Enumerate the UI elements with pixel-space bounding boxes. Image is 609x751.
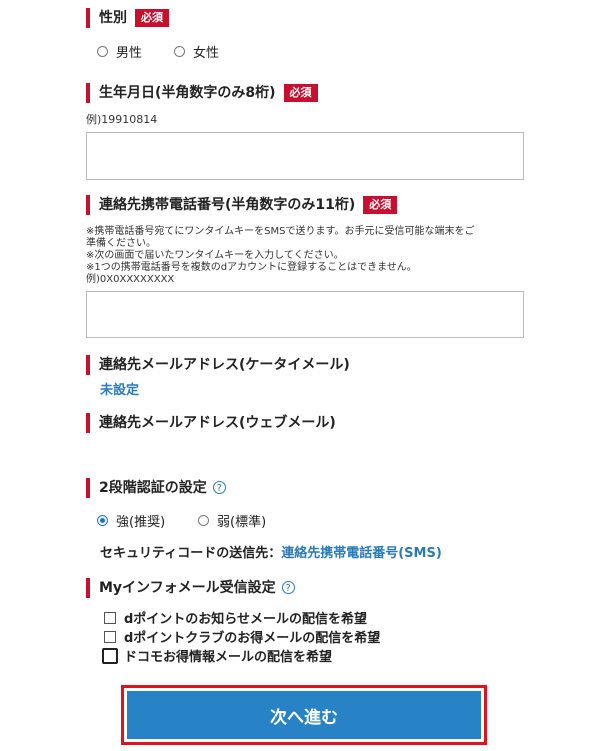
phone-note-3: ※次の画面で届いたワンタイムキーを入力してください。 xyxy=(86,250,344,261)
phone-note-4: ※1つの携帯電話番号を複数のdアカウントに登録することはできません。 xyxy=(86,262,417,273)
two-step-section-title: 2段階認証の設定? xyxy=(86,478,226,498)
destination-value: 連絡先携帯電話番号(SMS) xyxy=(281,546,442,561)
next-button-highlight: 次へ進む xyxy=(121,685,487,745)
birthdate-section-title: 生年月日(半角数字のみ8桁) 必須 xyxy=(86,83,318,103)
gender-section-title: 性別 必須 xyxy=(86,8,169,28)
checkbox-dpoint-notice[interactable]: dポイントのお知らせメールの配信を希望 xyxy=(104,608,367,627)
phone-example: 例)0X0XXXXXXXX xyxy=(86,274,175,285)
mobile-mail-section-title: 連絡先メールアドレス(ケータイメール) xyxy=(86,355,350,375)
radio-icon xyxy=(97,46,108,57)
checkbox-dpoint-club[interactable]: dポイントクラブのお得メールの配信を希望 xyxy=(104,627,380,646)
help-icon[interactable]: ? xyxy=(281,581,295,594)
info-mail-section-title: Myインフォメール受信設定? xyxy=(86,578,295,598)
birthdate-input[interactable] xyxy=(86,132,524,180)
gender-option-label: 女性 xyxy=(193,46,220,61)
mobile-mail-value: 未設定 xyxy=(100,383,140,398)
web-mail-label: 連絡先メールアドレス(ウェブメール) xyxy=(99,415,336,431)
security-code-destination: セキュリティコードの送信先：連絡先携帯電話番号(SMS) xyxy=(100,542,442,561)
radio-selected-icon xyxy=(97,515,108,526)
checkbox-docomo-info[interactable]: ドコモお得情報メールの配信を希望 xyxy=(102,646,333,665)
two-step-radio-weak[interactable]: 弱(標準) xyxy=(198,511,266,530)
checkbox-icon xyxy=(102,647,118,664)
checkbox-label: dポイントクラブのお得メールの配信を希望 xyxy=(124,631,381,646)
help-icon[interactable]: ? xyxy=(212,481,226,494)
checkbox-label: dポイントのお知らせメールの配信を希望 xyxy=(124,612,368,627)
web-mail-section-title: 連絡先メールアドレス(ウェブメール) xyxy=(86,413,336,433)
birthdate-label: 生年月日(半角数字のみ8桁) xyxy=(99,85,276,101)
two-step-option-label: 強(推奨) xyxy=(116,515,166,530)
phone-label: 連絡先携帯電話番号(半角数字のみ11桁) xyxy=(99,197,356,213)
gender-option-label: 男性 xyxy=(116,46,143,61)
destination-label: セキュリティコードの送信先： xyxy=(100,546,282,561)
checkbox-icon xyxy=(104,611,116,624)
required-badge: 必須 xyxy=(363,196,398,214)
checkbox-label: ドコモお得情報メールの配信を希望 xyxy=(124,650,333,665)
birthdate-example: 例)19910814 xyxy=(86,113,158,126)
required-badge: 必須 xyxy=(283,84,318,102)
radio-icon xyxy=(174,46,185,57)
info-mail-label: Myインフォメール受信設定 xyxy=(99,580,276,596)
phone-input[interactable] xyxy=(86,291,524,338)
two-step-radio-strong[interactable]: 強(推奨) xyxy=(97,511,165,530)
next-button[interactable]: 次へ進む xyxy=(127,691,481,739)
required-badge: 必須 xyxy=(135,9,169,27)
gender-radio-female[interactable]: 女性 xyxy=(174,42,219,61)
phone-note-1: ※携帯電話番号宛てにワンタイムキーをSMSで送ります。お手元に受信可能な端末をご xyxy=(86,226,475,237)
phone-section-title: 連絡先携帯電話番号(半角数字のみ11桁) 必須 xyxy=(86,195,398,215)
gender-radio-male[interactable]: 男性 xyxy=(97,42,142,61)
checkbox-icon xyxy=(104,630,116,643)
phone-note-2: 準備ください。 xyxy=(86,238,156,249)
two-step-label: 2段階認証の設定 xyxy=(99,480,207,496)
two-step-option-label: 弱(標準) xyxy=(217,515,267,530)
gender-label: 性別 xyxy=(99,10,127,26)
mobile-mail-label: 連絡先メールアドレス(ケータイメール) xyxy=(99,357,350,373)
radio-icon xyxy=(198,515,209,526)
